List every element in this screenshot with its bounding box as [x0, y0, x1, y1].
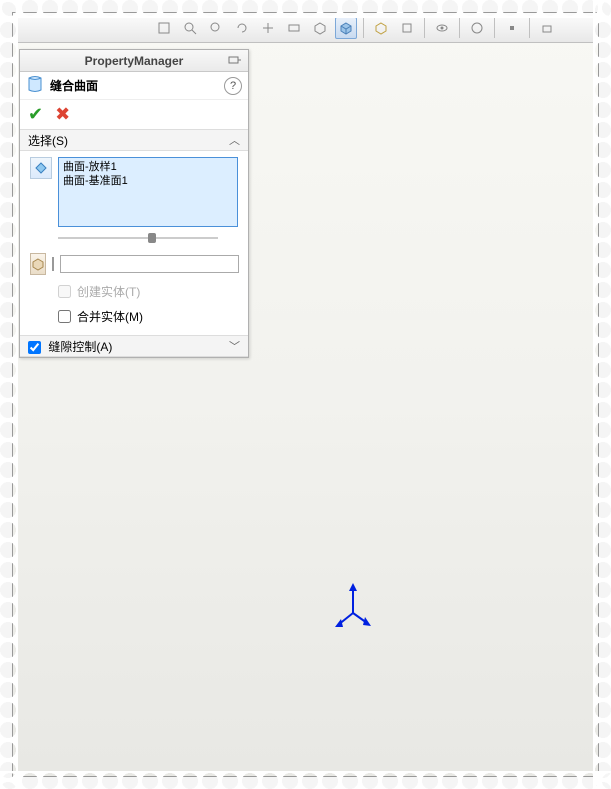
gap-control-section-header[interactable]: 缝隙控制(A) ﹀ — [20, 335, 248, 357]
property-manager-panel: PropertyManager 缝合曲面 ? ✔ ✖ 选择(S) ︿ — [19, 49, 249, 358]
color-swatch[interactable] — [52, 257, 54, 271]
confirm-row: ✔ ✖ — [20, 100, 248, 129]
zoom-area-icon[interactable] — [179, 17, 201, 39]
view-orient-icon[interactable] — [396, 17, 418, 39]
gap-control-label: 缝隙控制(A) — [48, 340, 112, 354]
origin-triad-icon — [333, 583, 373, 633]
feature-name: 缝合曲面 — [50, 77, 224, 94]
display-style-icon[interactable] — [309, 17, 331, 39]
listbox-resize-handle[interactable] — [58, 233, 238, 243]
feature-header: 缝合曲面 ? — [20, 72, 248, 100]
help-icon[interactable]: ? — [224, 77, 242, 95]
list-item[interactable]: 曲面-放样1 — [63, 160, 233, 174]
pm-title-text: PropertyManager — [85, 54, 184, 68]
gap-value-input[interactable] — [60, 255, 239, 273]
zoom-icon[interactable] — [205, 17, 227, 39]
pan-icon[interactable] — [257, 17, 279, 39]
section-icon[interactable] — [283, 17, 305, 39]
cube-icon[interactable] — [335, 17, 357, 39]
merge-entities-checkbox[interactable] — [58, 310, 71, 323]
create-solid-label: 创建实体(T) — [77, 283, 140, 300]
zoom-fit-icon[interactable] — [153, 17, 175, 39]
cancel-button[interactable]: ✖ — [55, 104, 70, 125]
pin-icon[interactable] — [226, 52, 244, 68]
view-toolbar — [13, 13, 598, 43]
chevron-up-icon: ︿ — [229, 132, 240, 148]
appearance-icon[interactable] — [466, 17, 488, 39]
settings-icon[interactable] — [501, 17, 523, 39]
select-section-body: 曲面-放样1 曲面-基准面1 创建实体(T) 合 — [20, 151, 248, 335]
scene-icon[interactable] — [370, 17, 392, 39]
rotate-icon[interactable] — [231, 17, 253, 39]
ok-button[interactable]: ✔ — [28, 104, 43, 125]
merge-entities-label: 合并实体(M) — [77, 308, 143, 325]
list-item[interactable]: 曲面-基准面1 — [63, 174, 233, 188]
face-selection-icon[interactable] — [30, 157, 52, 179]
hide-show-icon[interactable] — [431, 17, 453, 39]
select-section-header[interactable]: 选择(S) ︿ — [20, 129, 248, 151]
select-section-label: 选择(S) — [28, 132, 68, 149]
gap-control-checkbox[interactable] — [28, 341, 41, 354]
selection-listbox[interactable]: 曲面-放样1 曲面-基准面1 — [58, 157, 238, 227]
property-manager-title: PropertyManager — [20, 50, 248, 72]
capture-icon[interactable] — [536, 17, 558, 39]
create-solid-checkbox — [58, 285, 71, 298]
body-selection-icon[interactable] — [30, 253, 46, 275]
chevron-down-icon: ﹀ — [229, 338, 240, 354]
knit-surface-icon — [26, 75, 44, 96]
